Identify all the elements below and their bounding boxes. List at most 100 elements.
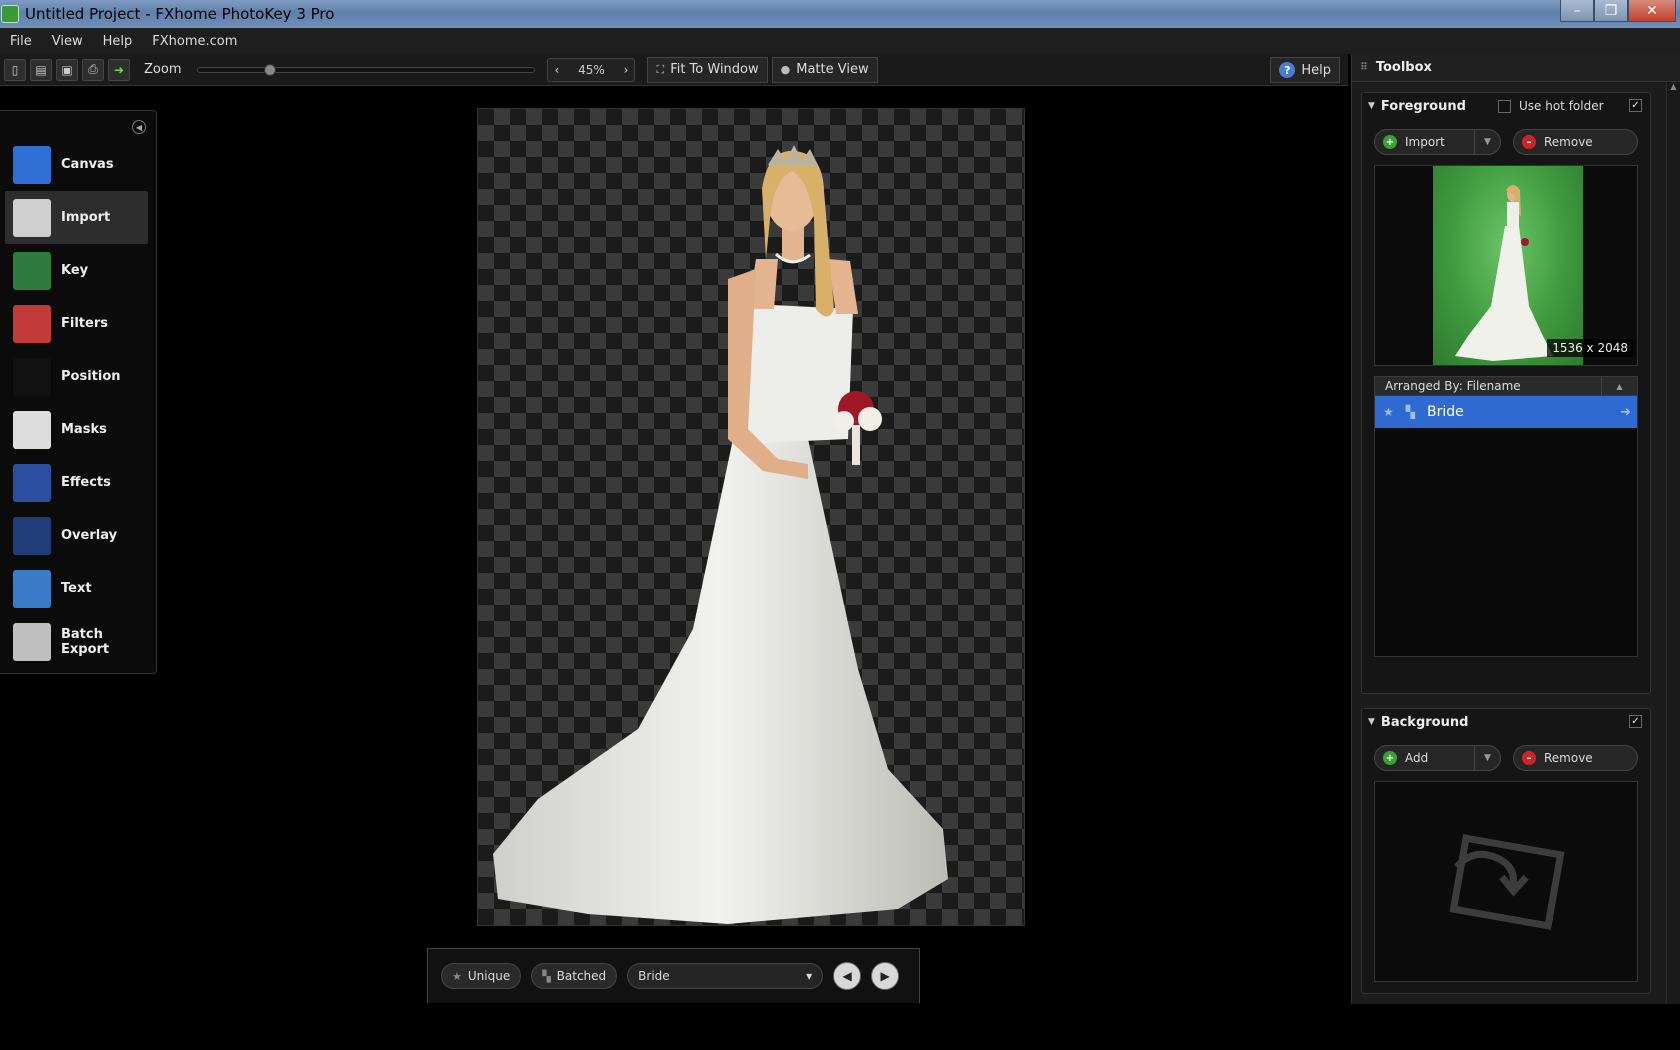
tool-label: Position <box>61 369 121 384</box>
app-icon <box>1 5 19 23</box>
tool-key[interactable]: Key <box>5 244 148 297</box>
image-select-value: Bride <box>638 969 670 983</box>
go-arrow-icon[interactable]: ➜ <box>1620 405 1631 420</box>
tool-filters[interactable]: Filters <box>5 297 148 350</box>
remove-background-button[interactable]: – Remove <box>1512 745 1638 771</box>
window-title: Untitled Project - FXhome PhotoKey 3 Pro <box>25 5 335 23</box>
close-button[interactable]: ✕ <box>1628 0 1676 22</box>
tool-text[interactable]: Text <box>5 562 148 615</box>
foreground-header[interactable]: ▼ Foreground Use hot folder ✓ <box>1362 93 1650 119</box>
background-section: ▼ Background ✓ + Add ▼ – Remove <box>1361 708 1651 994</box>
fit-window-icon: ⛶ <box>656 62 665 76</box>
tool-effects[interactable]: Effects <box>5 456 148 509</box>
hot-folder-checkbox[interactable] <box>1498 99 1511 113</box>
image-dimensions: 1536 x 2048 <box>1547 339 1633 357</box>
background-enabled-checkbox[interactable]: ✓ <box>1629 715 1642 728</box>
background-header[interactable]: ▼ Background ✓ <box>1362 709 1650 735</box>
tool-masks[interactable]: Masks <box>5 403 148 456</box>
overlay-poster-icon <box>13 516 51 555</box>
menu-view[interactable]: View <box>42 34 93 49</box>
batched-label: Batched <box>556 969 607 983</box>
unique-button[interactable]: ★ Unique <box>441 963 522 989</box>
sort-icon[interactable]: ▲ <box>1601 377 1637 395</box>
tool-label: Effects <box>61 475 111 490</box>
import-button[interactable]: + Import ▼ <box>1374 129 1501 155</box>
tool-import[interactable]: Import <box>5 191 148 244</box>
tool-canvas[interactable]: Canvas <box>5 138 148 191</box>
add-icon: + <box>1383 751 1397 765</box>
batch-icon[interactable]: ▚ <box>1406 405 1415 419</box>
help-label: Help <box>1301 62 1331 78</box>
foreground-preview: 1536 x 2048 <box>1374 165 1638 366</box>
maximize-button[interactable]: ❐ <box>1594 0 1628 22</box>
hard-drive-icon <box>13 622 51 661</box>
zoom-label: Zoom <box>144 62 182 77</box>
face-icon <box>13 251 51 290</box>
tool-label: Masks <box>61 422 107 437</box>
help-button[interactable]: ? Help <box>1270 57 1340 83</box>
toolbar: ▯ ▤ ▣ ⎙ ➜ Zoom ‹ 45% › ⛶ Fit To Window ●… <box>0 54 1348 86</box>
tool-position[interactable]: Position <box>5 350 148 403</box>
image-canvas[interactable] <box>477 108 1025 926</box>
matte-view-label: Matte View <box>796 62 869 77</box>
fit-to-window-button[interactable]: ⛶ Fit To Window <box>647 56 768 83</box>
foreground-title: Foreground <box>1380 98 1466 114</box>
collapse-panel-icon[interactable]: ◀ <box>132 120 146 134</box>
toolbox-title: Toolbox <box>1375 60 1432 75</box>
collapse-triangle-icon: ▼ <box>1368 101 1375 111</box>
add-dropdown-icon[interactable]: ▼ <box>1473 746 1500 770</box>
tool-label: Key <box>61 263 89 278</box>
unique-label: Unique <box>467 969 511 983</box>
tool-panel: ◀ Canvas Import Key Filters Position Masks Eff… <box>0 110 157 674</box>
window-controls: – ❐ ✕ <box>1560 0 1676 22</box>
background-preview[interactable] <box>1374 781 1638 982</box>
arranged-by-header[interactable]: Arranged By: Filename ▲ <box>1374 376 1638 396</box>
foreground-thumbnail <box>1433 166 1583 365</box>
tool-label: Import <box>61 210 111 225</box>
image-select[interactable]: Bride ▾ <box>627 963 824 989</box>
tool-label: Filters <box>61 316 108 331</box>
grip-icon[interactable]: ⠿ <box>1360 62 1368 73</box>
add-background-button[interactable]: + Add ▼ <box>1374 745 1501 771</box>
foreground-enabled-checkbox[interactable]: ✓ <box>1629 99 1642 112</box>
scroll-up-icon[interactable]: ▲ <box>1667 82 1680 91</box>
print-icon[interactable]: ⎙ <box>82 58 104 81</box>
batched-button[interactable]: ▚ Batched <box>531 963 618 989</box>
open-file-icon[interactable]: ▤ <box>30 58 52 81</box>
zoom-slider[interactable] <box>197 63 536 76</box>
export-arrow-icon[interactable]: ➜ <box>108 58 130 81</box>
previous-image-button[interactable]: ◀ <box>833 962 862 990</box>
star-icon: ★ <box>452 969 462 983</box>
toolbox-panel: ⠿ Toolbox ▲ ▼ Foreground Use hot folder … <box>1351 54 1680 1004</box>
minimize-button[interactable]: – <box>1560 0 1594 22</box>
remove-foreground-button[interactable]: – Remove <box>1512 129 1638 155</box>
remove-icon: – <box>1521 751 1536 765</box>
hot-folder-toggle[interactable]: Use hot folder <box>1498 99 1604 113</box>
new-file-icon[interactable]: ▯ <box>4 58 26 81</box>
foreground-list: ★ ▚ Bride ➜ <box>1374 396 1638 657</box>
hot-folder-label: Use hot folder <box>1519 99 1604 113</box>
tool-label: Canvas <box>61 157 114 172</box>
zoom-decrease-icon[interactable]: ‹ <box>554 63 559 77</box>
import-dropdown-icon[interactable]: ▼ <box>1473 130 1500 154</box>
zoom-stepper[interactable]: ‹ 45% › <box>547 57 636 82</box>
next-image-button[interactable]: ▶ <box>871 962 900 990</box>
matte-view-button[interactable]: ● Matte View <box>771 56 878 83</box>
position-icon <box>13 357 51 396</box>
star-icon[interactable]: ★ <box>1383 405 1394 419</box>
tool-batch-export[interactable]: Batch Export <box>5 615 148 668</box>
list-item-label: Bride <box>1427 404 1464 420</box>
help-icon: ? <box>1279 62 1296 78</box>
add-icon: + <box>1383 135 1397 149</box>
tool-label: Overlay <box>61 528 118 543</box>
menu-help[interactable]: Help <box>93 34 143 49</box>
save-icon[interactable]: ▣ <box>56 58 78 81</box>
collapse-triangle-icon: ▼ <box>1368 717 1375 727</box>
list-item[interactable]: ★ ▚ Bride ➜ <box>1375 396 1637 428</box>
tool-overlay[interactable]: Overlay <box>5 509 148 562</box>
menu-file[interactable]: File <box>0 34 42 49</box>
zoom-increase-icon[interactable]: › <box>624 63 629 77</box>
toolbox-scrollbar[interactable]: ▲ <box>1666 82 1680 1004</box>
menu-fxhome[interactable]: FXhome.com <box>142 34 247 49</box>
zoom-slider-thumb[interactable] <box>264 63 277 76</box>
